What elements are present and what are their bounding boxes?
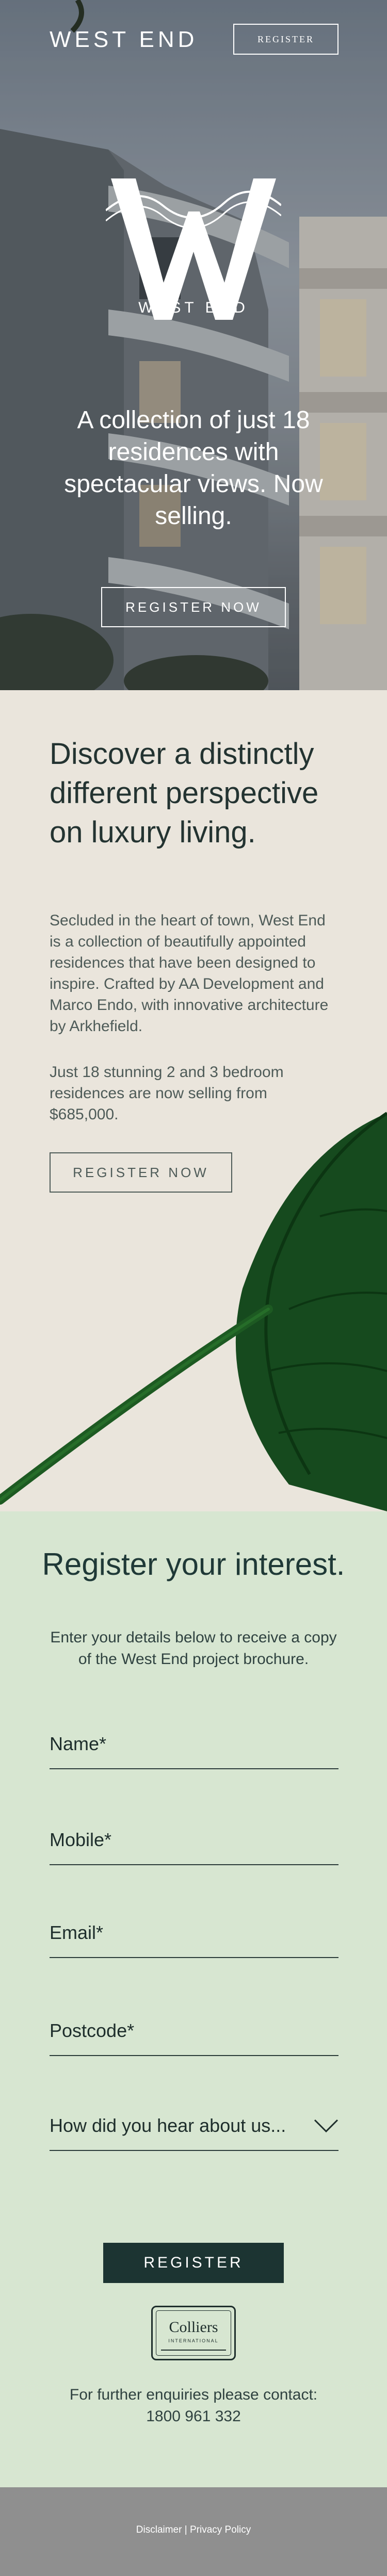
- header-register-button[interactable]: REGISTER: [233, 24, 338, 55]
- footer: Disclaimer | Privacy Policy: [0, 2487, 387, 2576]
- brand-logo-text[interactable]: WEST END: [50, 27, 198, 53]
- mobile-input[interactable]: [50, 1829, 338, 1851]
- disclaimer-link[interactable]: Disclaimer: [136, 2524, 182, 2535]
- chevron-down-icon: [314, 2119, 338, 2132]
- postcode-field: [50, 2015, 338, 2056]
- form-heading: Register your interest.: [42, 1547, 345, 1582]
- colliers-logo-rule: [161, 2350, 226, 2351]
- hero-headline: A collection of just 18 residences with …: [64, 406, 323, 530]
- monstera-leaf-image: [0, 1112, 387, 1511]
- email-input[interactable]: [50, 1922, 338, 1944]
- name-input[interactable]: [50, 1733, 338, 1755]
- intro-paragraph-1: Secluded in the heart of town, West End …: [50, 912, 329, 1035]
- form-register-button[interactable]: REGISTER: [103, 2243, 284, 2283]
- register-form-section: Register your interest. Enter your detai…: [0, 1511, 387, 2487]
- colliers-logo-name: Colliers: [169, 2319, 218, 2336]
- referral-select-label: How did you hear about us...: [50, 2115, 286, 2136]
- referral-source-select[interactable]: How did you hear about us...: [50, 2110, 338, 2151]
- intro-heading: Discover a distinctly different perspect…: [50, 737, 319, 849]
- email-field: [50, 1917, 338, 1958]
- postcode-input[interactable]: [50, 2020, 338, 2042]
- form-lead-text: Enter your details below to receive a co…: [50, 1629, 337, 1668]
- colliers-logo: Colliers INTERNATIONAL: [151, 2306, 236, 2360]
- name-field: [50, 1728, 338, 1769]
- mobile-field: [50, 1824, 338, 1865]
- hero-section: WEST END REGISTER WEST END A collection …: [0, 0, 387, 690]
- footer-separator: |: [184, 2524, 187, 2535]
- logo-wordmark: WEST END: [138, 299, 249, 316]
- privacy-policy-link[interactable]: Privacy Policy: [190, 2524, 251, 2535]
- top-bar: WEST END REGISTER: [0, 0, 387, 77]
- footer-links: Disclaimer | Privacy Policy: [0, 2524, 387, 2536]
- colliers-logo-sub: INTERNATIONAL: [168, 2338, 219, 2343]
- contact-text: For further enquiries please contact: 18…: [69, 2386, 318, 2425]
- hero-register-now-button[interactable]: REGISTER NOW: [101, 587, 286, 627]
- intro-section: Discover a distinctly different perspect…: [0, 690, 387, 1511]
